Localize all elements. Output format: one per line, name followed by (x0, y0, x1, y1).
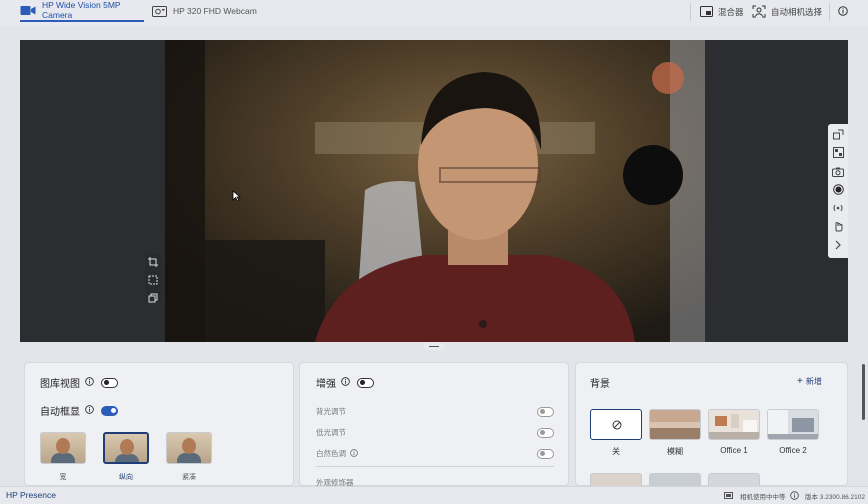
mixer-button[interactable]: 混合器 (700, 3, 744, 21)
record-icon[interactable] (832, 182, 844, 200)
enhance-title: 增强 (316, 379, 336, 390)
office-2-thumbnail (768, 410, 818, 439)
preview-collapse-handle[interactable] (424, 343, 444, 350)
info-button[interactable] (838, 3, 848, 21)
mouse-cursor-icon (232, 190, 241, 202)
backlight-adjust-toggle[interactable] (537, 406, 554, 417)
background-title: 背景 (590, 379, 610, 390)
camera-in-use-status: 相机使用中中等 (740, 494, 786, 501)
camera-status-icon (724, 492, 733, 501)
framing-label-compact: 紧凑 (182, 474, 196, 481)
toolbar-divider (690, 3, 691, 21)
camera-tab-label: HP Wide Vision 5MP Camera (42, 0, 121, 20)
gallery-view-title: 图库视图 (40, 379, 80, 390)
camera-video-feed[interactable] (165, 40, 705, 342)
webcam-icon (152, 5, 167, 17)
gallery-view-toggle[interactable] (101, 377, 118, 388)
info-icon (838, 6, 848, 18)
plus-icon: + (797, 376, 803, 387)
snapshot-camera-icon[interactable] (832, 164, 844, 182)
copy-icon[interactable] (148, 290, 158, 308)
info-icon[interactable] (350, 448, 358, 459)
info-icon[interactable] (85, 376, 94, 389)
status-bar: HP Presence 相机使用中中等 版本 3.2300.86.2102 (0, 486, 868, 504)
framing-option-wide[interactable] (40, 432, 86, 464)
natural-tone-row: 白然色调 (316, 448, 556, 459)
handle-line-icon (429, 346, 439, 347)
natural-tone-toggle[interactable] (537, 448, 554, 459)
auto-frame-toggle[interactable] (101, 405, 118, 416)
top-bar: HP Wide Vision 5MP Camera HP 320 FHD Web… (0, 0, 868, 26)
info-icon[interactable] (341, 376, 350, 389)
camera-tab-hp-wide-vision[interactable]: HP Wide Vision 5MP Camera (20, 0, 144, 22)
background-option-more-3[interactable] (708, 473, 760, 486)
background-label-office-2: Office 2 (779, 446, 807, 455)
frame-select-icon[interactable] (148, 272, 158, 290)
framing-option-portrait[interactable] (103, 432, 149, 464)
office-1-thumbnail (709, 410, 759, 439)
no-background-icon (612, 420, 622, 430)
gesture-hand-icon[interactable] (833, 219, 844, 237)
framing-option-compact[interactable] (166, 432, 212, 464)
auto-frame-row: 自动框显 (40, 403, 118, 418)
video-frame-image (165, 40, 705, 342)
enhance-row: 增强 (316, 375, 374, 390)
framing-label-portrait: 纵向 (119, 474, 133, 481)
video-overlay-tools (145, 254, 161, 303)
add-background-label: 新增 (805, 377, 822, 386)
pip-icon[interactable] (832, 127, 844, 145)
auto-camera-select-button[interactable]: 自动相机选择 (752, 3, 822, 21)
camera-tab-hp-320-fhd[interactable]: HP 320 FHD Webcam (152, 0, 257, 22)
background-label-office-1: Office 1 (720, 446, 748, 455)
blur-thumbnail (650, 410, 700, 439)
camera-tab-label: HP 320 FHD Webcam (173, 6, 257, 16)
backlight-adjust-row: 背光调节 (316, 406, 556, 417)
background-option-more-1[interactable] (590, 473, 642, 486)
mixer-label: 混合器 (718, 7, 744, 17)
low-light-adjust-row: 低光调节 (316, 427, 556, 438)
panel-scrollbar[interactable] (862, 364, 865, 420)
mixer-icon (700, 5, 713, 19)
toolbar-divider (829, 3, 830, 21)
broadcast-icon[interactable] (832, 200, 844, 218)
right-tool-strip (828, 124, 848, 258)
info-icon[interactable] (85, 404, 94, 417)
enhance-divider (316, 466, 554, 467)
app-name: HP Presence (6, 490, 56, 500)
background-option-more-2[interactable] (649, 473, 701, 486)
layout-icon[interactable] (832, 145, 844, 163)
background-option-office-1[interactable] (708, 409, 760, 440)
crop-icon[interactable] (148, 254, 158, 272)
background-option-off[interactable] (590, 409, 642, 440)
webcam-icon (20, 5, 36, 16)
version-label: 版本 3.2300.86.2102 (805, 494, 865, 501)
framing-label-wide: 宽 (59, 474, 67, 481)
natural-tone-label: 白然色调 (316, 449, 346, 458)
chevron-right-icon[interactable] (834, 237, 842, 255)
background-label-off: 关 (612, 447, 620, 456)
gallery-view-row: 图库视图 (40, 375, 118, 390)
low-light-adjust-label: 低光调节 (316, 428, 346, 437)
auto-frame-person-icon (752, 5, 766, 20)
auto-frame-title: 自动框显 (40, 407, 80, 418)
background-label-blur: 模糊 (667, 447, 683, 456)
backlight-adjust-label: 背光调节 (316, 407, 346, 416)
info-icon[interactable] (790, 491, 799, 502)
background-option-blur[interactable] (649, 409, 701, 440)
add-background-button[interactable]: + 新增 (797, 376, 822, 387)
auto-camera-select-label: 自动相机选择 (771, 7, 823, 17)
background-option-office-2[interactable] (767, 409, 819, 440)
low-light-adjust-toggle[interactable] (537, 427, 554, 438)
enhance-toggle[interactable] (357, 377, 374, 388)
